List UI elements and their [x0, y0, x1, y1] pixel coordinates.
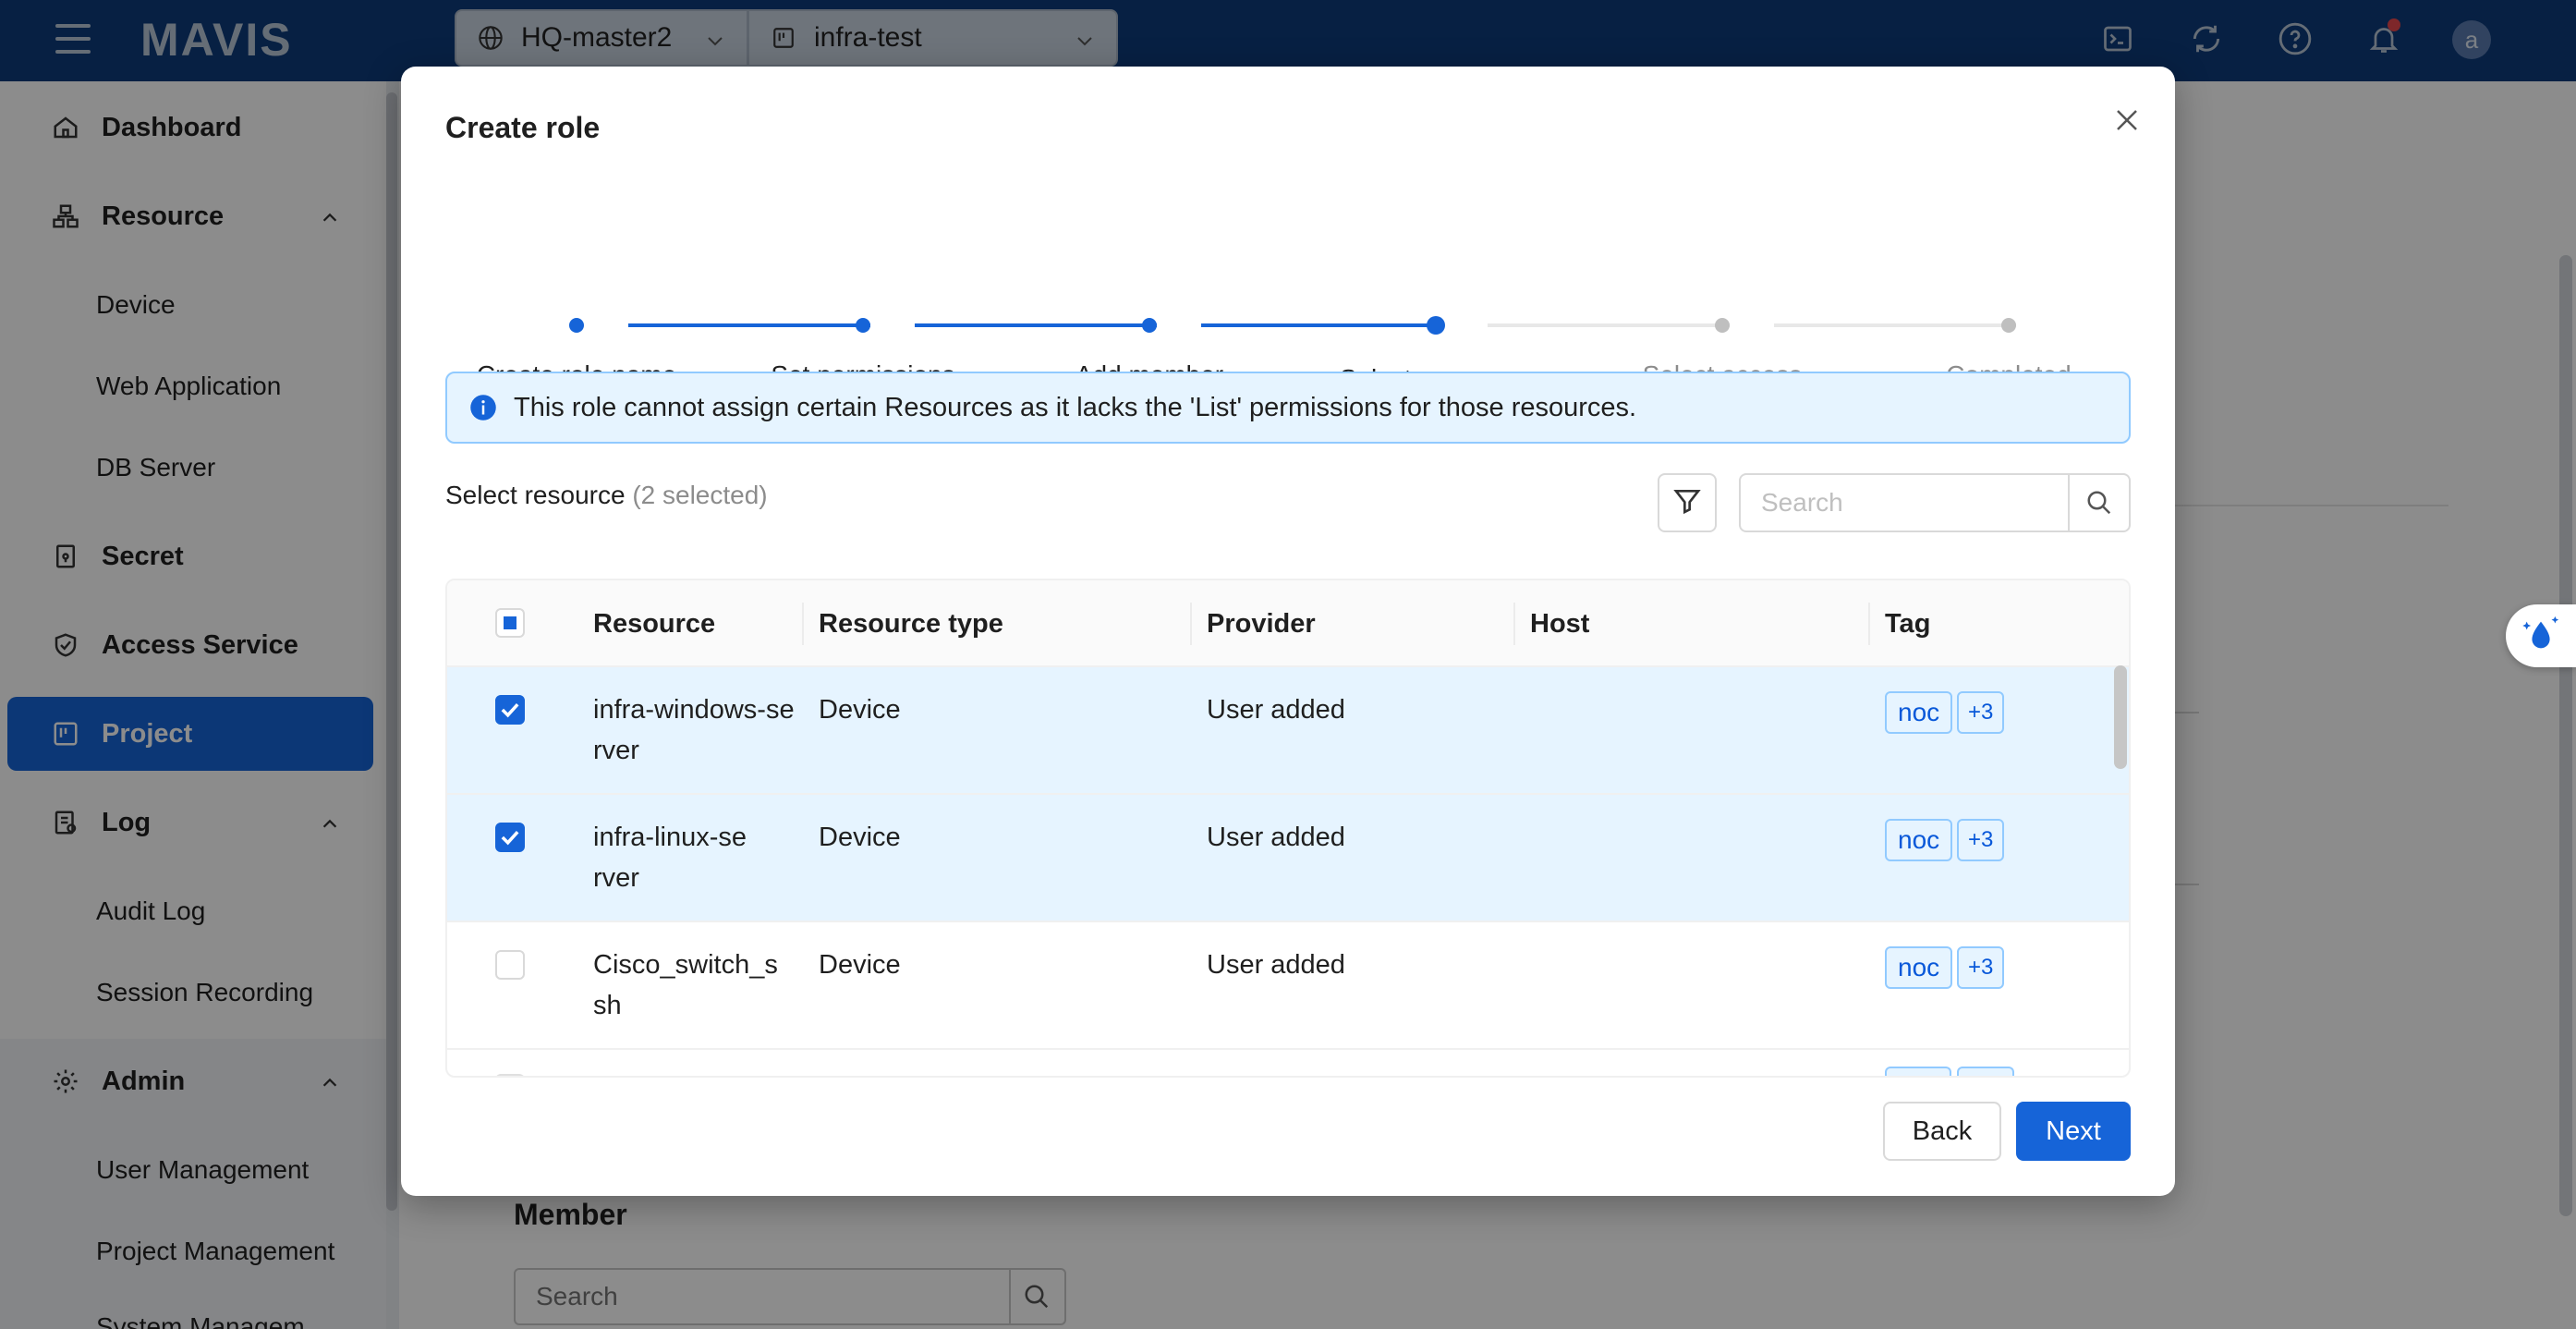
resource-search-input[interactable]: [1741, 475, 2070, 530]
step-dot: [1715, 318, 1730, 333]
cell-resource-type: Device: [819, 823, 901, 852]
column-header-host[interactable]: Host: [1530, 580, 1589, 667]
select-all-checkbox[interactable]: [495, 608, 525, 638]
cell-provider: User added: [1207, 950, 1345, 980]
assistant-button[interactable]: [2506, 604, 2576, 667]
column-header-resource[interactable]: Resource: [593, 580, 715, 667]
tag-more-badge[interactable]: +3: [1957, 691, 2005, 734]
tag-badge: [1885, 1067, 1951, 1076]
column-header-provider[interactable]: Provider: [1207, 580, 1316, 667]
tag-more-badge[interactable]: +3: [1957, 946, 2005, 989]
step-connector: [915, 323, 1157, 327]
table-row-partial: [447, 1050, 2129, 1076]
row-checkbox[interactable]: [495, 695, 525, 725]
row-checkbox[interactable]: [495, 823, 525, 852]
step-dot: [856, 318, 870, 333]
step-connector: [1488, 323, 1730, 327]
cell-resource: Cisco_switch_ssh: [593, 950, 778, 1020]
cell-resource-type: Device: [819, 950, 901, 980]
resource-table: Resource Resource type Provider Host Tag…: [445, 579, 2131, 1078]
step-dot: [2001, 318, 2016, 333]
info-icon: [469, 394, 497, 421]
step-connector: [1201, 323, 1443, 327]
resource-search[interactable]: [1739, 473, 2131, 532]
table-row[interactable]: infra-linux-server Device User added noc…: [447, 795, 2129, 922]
next-button[interactable]: Next: [2016, 1102, 2131, 1161]
table-scrollbar[interactable]: [2114, 665, 2127, 769]
column-separator: [1513, 603, 1515, 645]
column-separator: [1190, 603, 1192, 645]
row-checkbox[interactable]: [495, 1074, 525, 1076]
alert-text: This role cannot assign certain Resource…: [514, 392, 1637, 422]
column-separator: [802, 603, 804, 645]
tag-more-badge[interactable]: +3: [1957, 819, 2005, 861]
close-icon[interactable]: [2108, 102, 2145, 139]
modal-title: Create role: [445, 111, 601, 144]
cell-provider: User added: [1207, 695, 1345, 725]
stepper: Create role name Set permissions Add mem…: [445, 242, 2131, 430]
select-resource-label: Select resource (2 selected): [445, 481, 768, 510]
step-dot: [569, 318, 584, 333]
selected-count: (2 selected): [632, 481, 768, 509]
cell-provider: User added: [1207, 823, 1345, 852]
step-connector: [628, 323, 870, 327]
column-header-resource-type[interactable]: Resource type: [819, 580, 1003, 667]
table-row[interactable]: Cisco_switch_ssh Device User added noc +…: [447, 922, 2129, 1050]
tag-badge: noc: [1885, 946, 1953, 989]
table-header: Resource Resource type Provider Host Tag: [447, 580, 2129, 667]
cell-resource-type: Device: [819, 695, 901, 725]
back-button[interactable]: Back: [1883, 1102, 2001, 1161]
step-dot-current: [1427, 316, 1445, 335]
cell-resource: infra-windows-server: [593, 695, 795, 765]
table-row[interactable]: infra-windows-server Device User added n…: [447, 667, 2129, 795]
column-separator: [1868, 603, 1870, 645]
sparkle-drop-icon: [2520, 613, 2562, 660]
filter-icon: [1672, 486, 1702, 520]
step-connector: [1774, 323, 2016, 327]
filter-button[interactable]: [1658, 473, 1717, 532]
info-alert: This role cannot assign certain Resource…: [445, 372, 2131, 444]
search-icon[interactable]: [2070, 475, 2129, 530]
create-role-modal: Create role Create role name Set permiss…: [401, 67, 2175, 1196]
tag-badge: noc: [1885, 819, 1953, 861]
tag-more-badge: [1957, 1067, 2014, 1076]
row-checkbox[interactable]: [495, 950, 525, 980]
select-resource-text: Select resource: [445, 481, 626, 509]
step-dot: [1142, 318, 1157, 333]
column-header-tag[interactable]: Tag: [1885, 580, 1930, 667]
cell-resource: infra-linux-server: [593, 823, 747, 893]
tag-badge: noc: [1885, 691, 1953, 734]
